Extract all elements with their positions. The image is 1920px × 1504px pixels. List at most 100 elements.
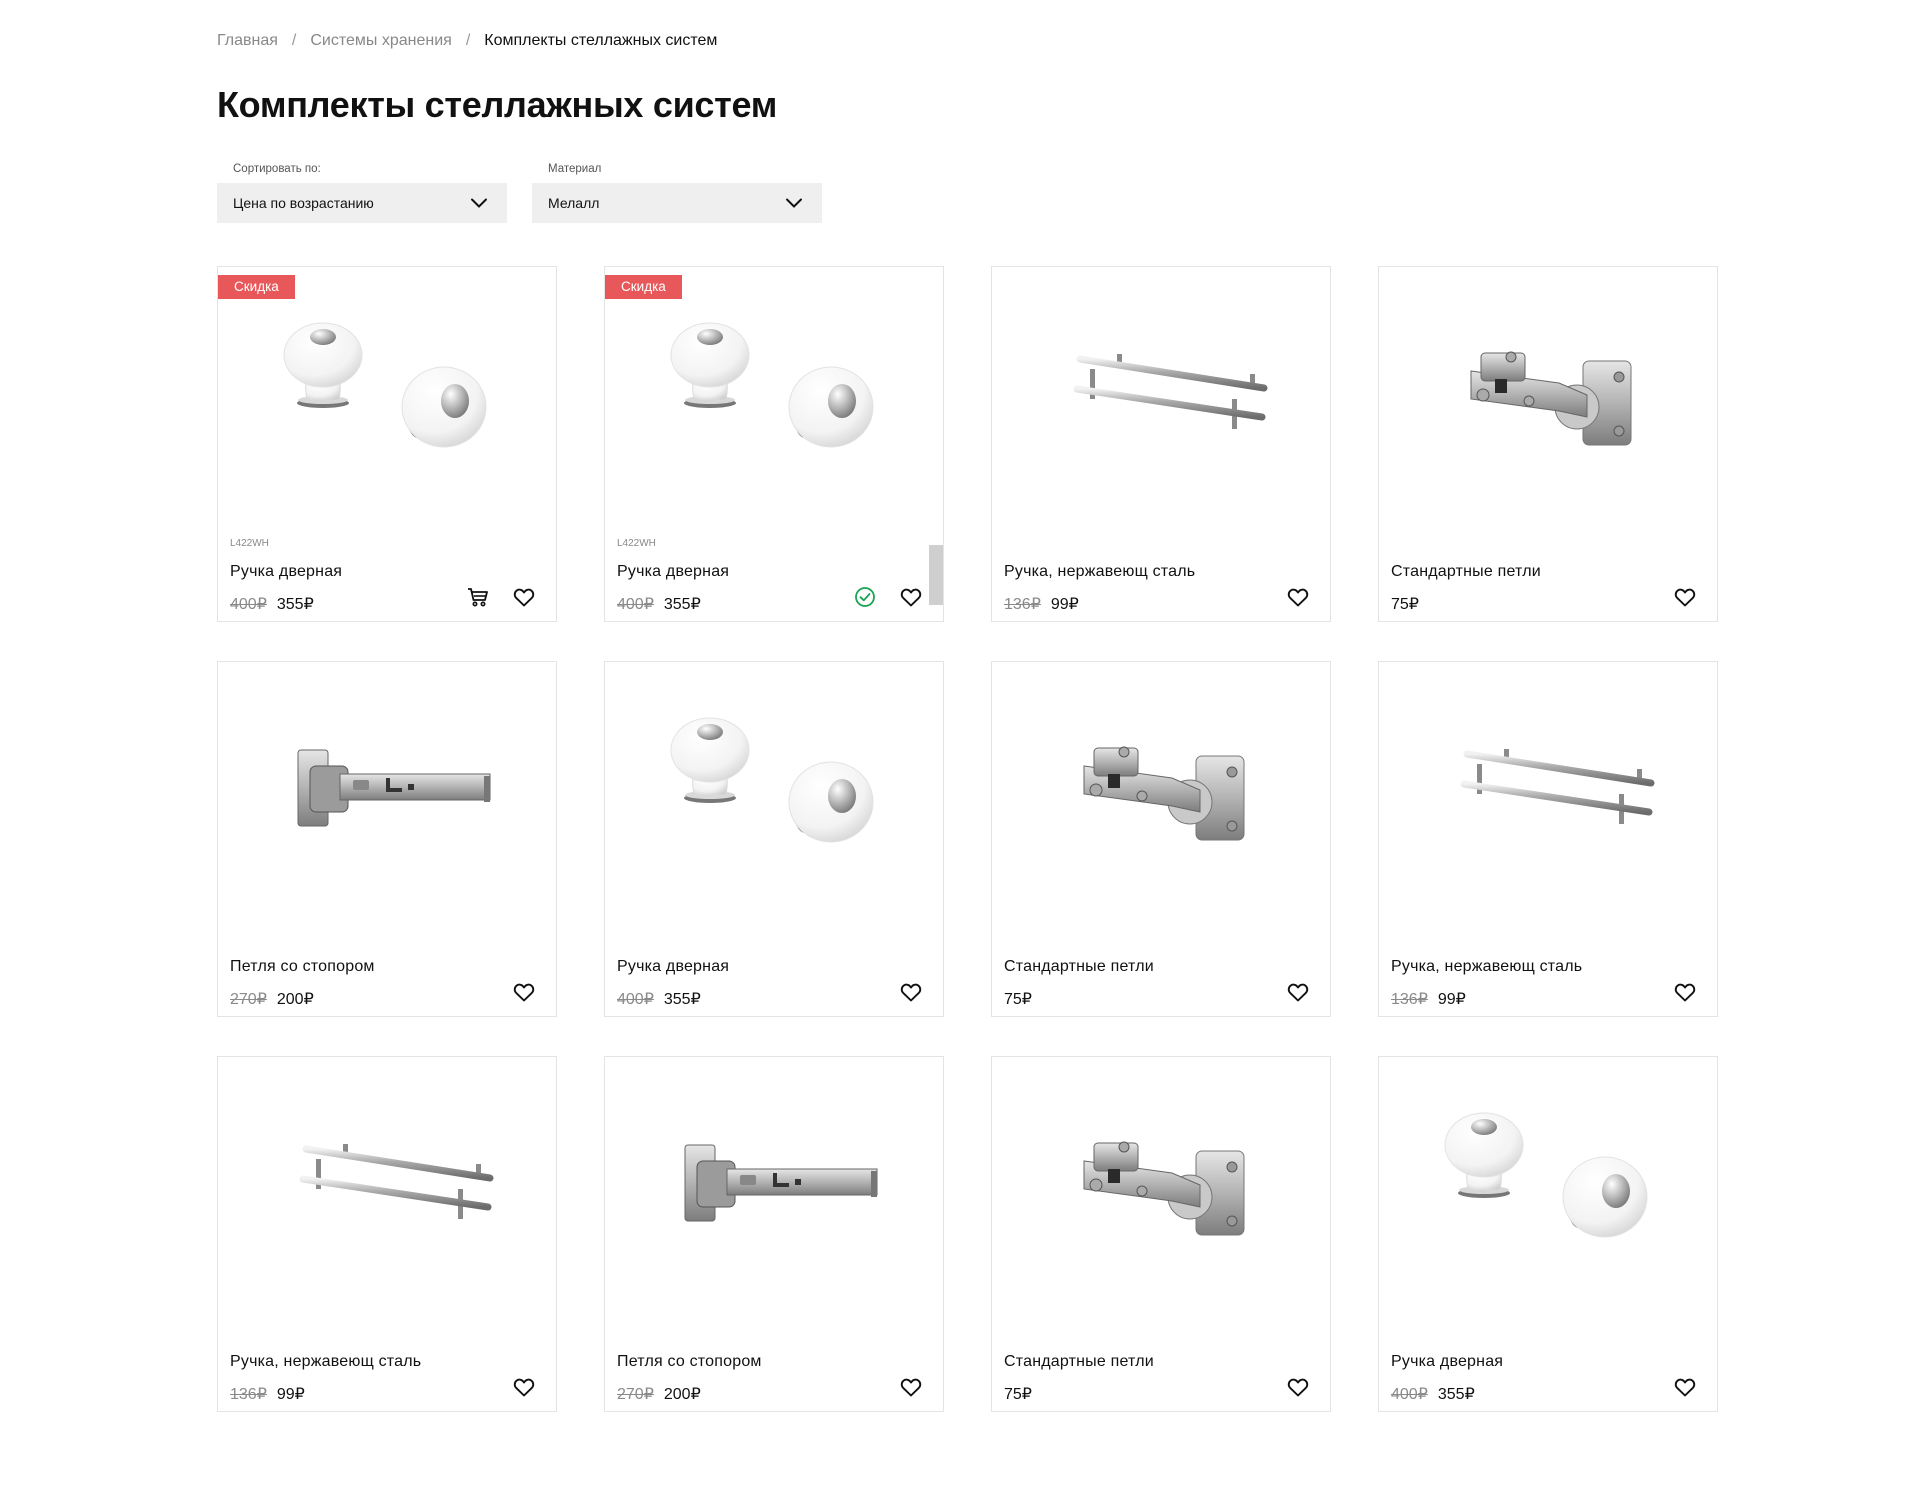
- old-price: 136₽: [230, 1386, 267, 1403]
- current-price: 355₽: [663, 991, 701, 1008]
- heart-icon[interactable]: [1673, 1375, 1697, 1399]
- material-value: Мелалл: [548, 195, 600, 211]
- product-prices: 400₽ 355₽: [1391, 1384, 1475, 1404]
- breadcrumb-separator: /: [465, 32, 471, 49]
- product-image[interactable]: [645, 1089, 905, 1279]
- current-price: 99₽: [276, 1386, 305, 1403]
- heart-icon[interactable]: [512, 1375, 536, 1399]
- old-price: 400₽: [230, 596, 267, 613]
- old-price: 136₽: [1004, 596, 1041, 613]
- heart-icon[interactable]: [1286, 585, 1310, 609]
- heart-icon[interactable]: [899, 1375, 923, 1399]
- current-price: 75₽: [1004, 991, 1032, 1008]
- product-name[interactable]: Стандартные петли: [1391, 563, 1541, 581]
- product-image[interactable]: [1419, 299, 1679, 489]
- product-prices: 270₽ 200₽: [230, 989, 314, 1009]
- product-card[interactable]: Стандартные петли 75₽: [1378, 266, 1718, 622]
- cart-icon[interactable]: [466, 585, 490, 609]
- product-card[interactable]: Ручка дверная 400₽ 355₽: [1378, 1056, 1718, 1412]
- product-prices: 400₽ 355₽: [617, 594, 701, 614]
- product-sku: L422WH: [230, 538, 269, 549]
- product-card[interactable]: Ручка, нержавеющ сталь 136₽ 99₽: [991, 266, 1331, 622]
- scrollbar-thumb[interactable]: [929, 545, 943, 605]
- breadcrumb: Главная / Системы хранения / Комплекты с…: [217, 31, 717, 51]
- product-card[interactable]: Петля со стопором 270₽ 200₽: [217, 661, 557, 1017]
- product-image[interactable]: [258, 694, 518, 884]
- heart-icon[interactable]: [1286, 980, 1310, 1004]
- discount-badge: Скидка: [605, 275, 682, 299]
- current-price: 355₽: [1437, 1386, 1475, 1403]
- product-image[interactable]: [1419, 1089, 1679, 1279]
- sort-label: Сортировать по:: [233, 163, 321, 175]
- material-label: Материал: [548, 163, 602, 175]
- product-card[interactable]: Стандартные петли 75₽: [991, 661, 1331, 1017]
- heart-icon[interactable]: [512, 585, 536, 609]
- product-image[interactable]: [645, 299, 905, 489]
- product-card[interactable]: Скидка L422WH Ручка дверная 400₽ 355₽: [604, 266, 944, 622]
- product-name[interactable]: Петля со стопором: [230, 958, 375, 976]
- product-card[interactable]: Стандартные петли 75₽: [991, 1056, 1331, 1412]
- old-price: 136₽: [1391, 991, 1428, 1008]
- product-card[interactable]: Ручка, нержавеющ сталь 136₽ 99₽: [1378, 661, 1718, 1017]
- material-filter: Материал Мелалл: [532, 163, 822, 223]
- heart-icon[interactable]: [899, 585, 923, 609]
- product-card[interactable]: Ручка дверная 400₽ 355₽: [604, 661, 944, 1017]
- heart-icon[interactable]: [1673, 585, 1697, 609]
- current-price: 355₽: [276, 596, 314, 613]
- product-prices: 136₽ 99₽: [1391, 989, 1466, 1009]
- current-price: 99₽: [1050, 596, 1079, 613]
- product-name[interactable]: Ручка дверная: [617, 563, 729, 581]
- product-prices: 75₽: [1004, 989, 1032, 1009]
- product-image[interactable]: [1032, 299, 1292, 489]
- product-prices: 75₽: [1004, 1384, 1032, 1404]
- current-price: 355₽: [663, 596, 701, 613]
- product-name[interactable]: Ручка дверная: [230, 563, 342, 581]
- breadcrumb-home[interactable]: Главная: [217, 32, 278, 50]
- heart-icon[interactable]: [899, 980, 923, 1004]
- product-name[interactable]: Ручка, нержавеющ сталь: [1391, 958, 1582, 976]
- heart-icon[interactable]: [1286, 1375, 1310, 1399]
- product-name[interactable]: Стандартные петли: [1004, 1353, 1154, 1371]
- product-name[interactable]: Ручка дверная: [617, 958, 729, 976]
- breadcrumb-storage-systems[interactable]: Системы хранения: [310, 32, 451, 50]
- heart-icon[interactable]: [512, 980, 536, 1004]
- current-price: 75₽: [1004, 1386, 1032, 1403]
- old-price: 400₽: [1391, 1386, 1428, 1403]
- product-name[interactable]: Ручка, нержавеющ сталь: [1004, 563, 1195, 581]
- product-image[interactable]: [258, 1089, 518, 1279]
- material-select[interactable]: Мелалл: [532, 183, 822, 223]
- product-name[interactable]: Ручка, нержавеющ сталь: [230, 1353, 421, 1371]
- sort-filter: Сортировать по: Цена по возрастанию: [217, 163, 507, 223]
- discount-badge: Скидка: [218, 275, 295, 299]
- product-card[interactable]: Скидка L422WH Ручка дверная 400₽ 355₽: [217, 266, 557, 622]
- breadcrumb-separator: /: [291, 32, 297, 49]
- product-image[interactable]: [645, 694, 905, 884]
- old-price: 270₽: [617, 1386, 654, 1403]
- product-image[interactable]: [1419, 694, 1679, 884]
- old-price: 400₽: [617, 596, 654, 613]
- product-card[interactable]: Петля со стопором 270₽ 200₽: [604, 1056, 944, 1412]
- check-icon[interactable]: [853, 585, 877, 609]
- product-prices: 270₽ 200₽: [617, 1384, 701, 1404]
- heart-icon[interactable]: [1673, 980, 1697, 1004]
- product-name[interactable]: Петля со стопором: [617, 1353, 762, 1371]
- old-price: 400₽: [617, 991, 654, 1008]
- product-name[interactable]: Стандартные петли: [1004, 958, 1154, 976]
- breadcrumb-current: Комплекты стеллажных систем: [484, 32, 718, 49]
- product-prices: 136₽ 99₽: [1004, 594, 1079, 614]
- product-name[interactable]: Ручка дверная: [1391, 1353, 1503, 1371]
- current-price: 200₽: [276, 991, 314, 1008]
- product-prices: 75₽: [1391, 594, 1419, 614]
- product-image[interactable]: [1032, 694, 1292, 884]
- product-image[interactable]: [1032, 1089, 1292, 1279]
- sort-select[interactable]: Цена по возрастанию: [217, 183, 507, 223]
- sort-value: Цена по возрастанию: [233, 195, 374, 211]
- old-price: 270₽: [230, 991, 267, 1008]
- current-price: 75₽: [1391, 596, 1419, 613]
- product-image[interactable]: [258, 299, 518, 489]
- product-card[interactable]: Ручка, нержавеющ сталь 136₽ 99₽: [217, 1056, 557, 1412]
- product-prices: 136₽ 99₽: [230, 1384, 305, 1404]
- product-prices: 400₽ 355₽: [617, 989, 701, 1009]
- chevron-down-icon: [469, 193, 489, 213]
- product-prices: 400₽ 355₽: [230, 594, 314, 614]
